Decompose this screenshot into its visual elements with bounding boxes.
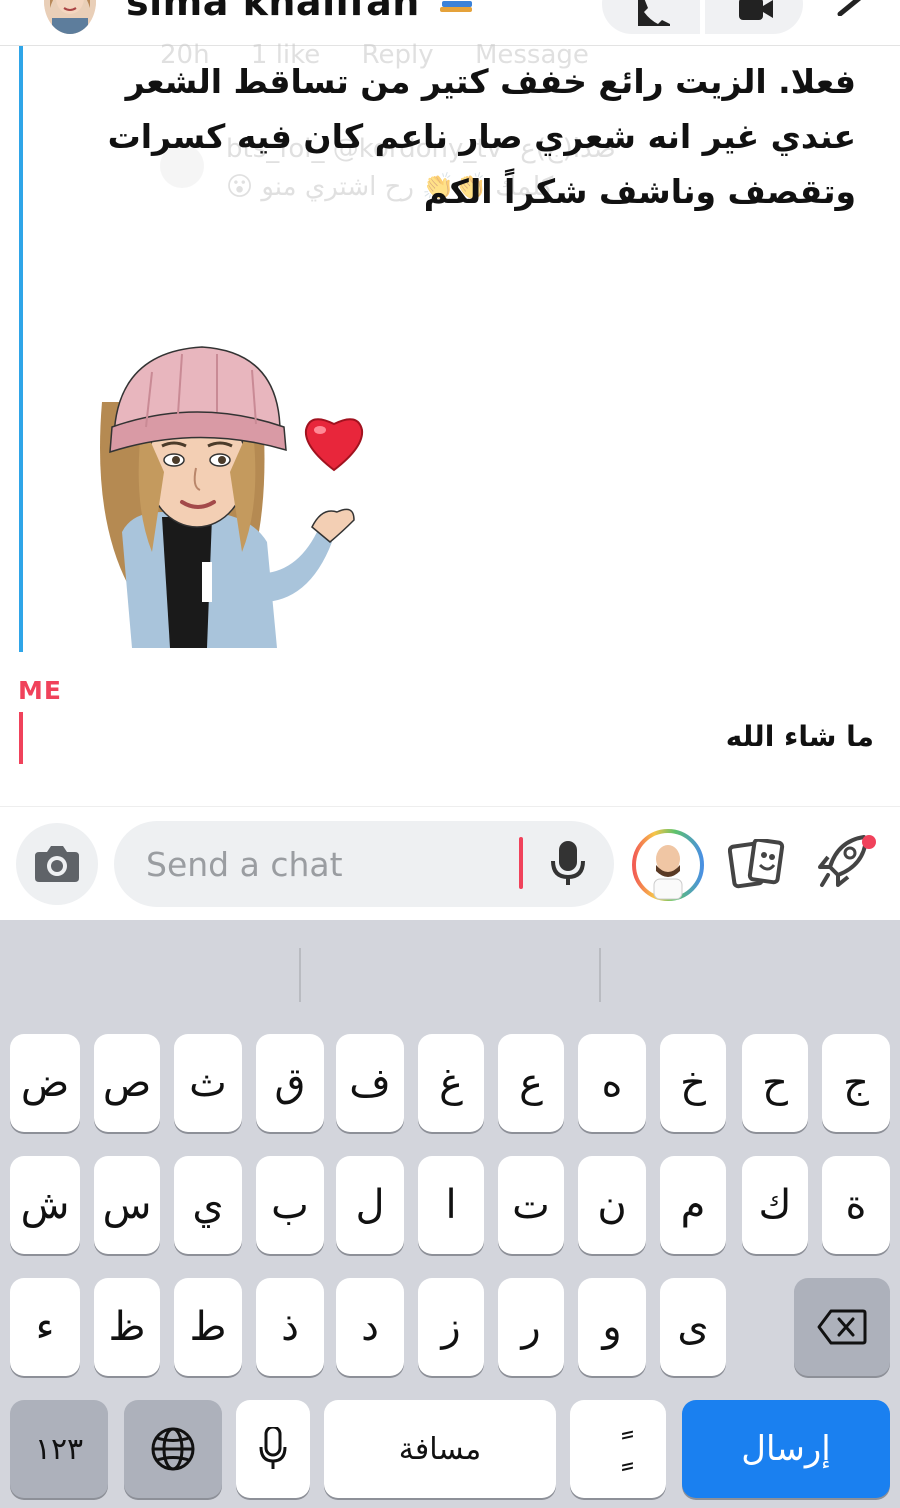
key[interactable]: ج bbox=[822, 1034, 890, 1132]
arabic-keyboard: ض ص ث ق ف غ ع ه خ ح ج ش س ي ب ل ا ت ن م … bbox=[0, 920, 900, 1508]
key[interactable]: ش bbox=[10, 1156, 80, 1254]
key[interactable]: ء bbox=[10, 1278, 80, 1376]
backspace-icon bbox=[817, 1309, 867, 1345]
key[interactable]: ث bbox=[174, 1034, 242, 1132]
key[interactable]: ق bbox=[256, 1034, 324, 1132]
key[interactable]: ف bbox=[336, 1034, 404, 1132]
chat-thread[interactable]: 20h 1 like Reply Message bts_fol_ @kordo… bbox=[0, 40, 900, 806]
key[interactable]: ز bbox=[418, 1278, 484, 1376]
suggestion-divider bbox=[299, 948, 301, 1002]
me-label: ME bbox=[18, 676, 62, 705]
cards-icon[interactable] bbox=[728, 839, 786, 889]
contact-name[interactable]: sima khalifah bbox=[126, 0, 420, 24]
key[interactable]: ك bbox=[742, 1156, 808, 1254]
key[interactable]: ص bbox=[94, 1034, 160, 1132]
friend-bitmoji-avatar[interactable] bbox=[630, 827, 706, 903]
phone-icon bbox=[638, 0, 670, 26]
suggestion-divider bbox=[599, 948, 601, 1002]
key[interactable]: ت bbox=[498, 1156, 564, 1254]
space-key[interactable]: مسافة bbox=[324, 1400, 556, 1498]
key[interactable]: د bbox=[336, 1278, 404, 1376]
key[interactable]: م bbox=[660, 1156, 726, 1254]
send-key[interactable]: إرسال bbox=[682, 1400, 890, 1498]
video-call-button[interactable] bbox=[705, 0, 803, 34]
key[interactable]: ح bbox=[742, 1034, 808, 1132]
key[interactable]: ب bbox=[256, 1156, 324, 1254]
globe-key[interactable] bbox=[124, 1400, 222, 1498]
contact-avatar[interactable] bbox=[44, 0, 96, 34]
key[interactable]: ض bbox=[10, 1034, 80, 1132]
key[interactable]: ه bbox=[578, 1034, 646, 1132]
my-message-accent-bar bbox=[19, 712, 23, 764]
numbers-key[interactable]: ١٢٣ bbox=[10, 1400, 108, 1498]
notification-dot bbox=[862, 835, 876, 849]
microphone-icon[interactable] bbox=[548, 841, 588, 887]
books-icon bbox=[438, 0, 474, 16]
chat-input[interactable] bbox=[114, 821, 614, 907]
key[interactable]: و bbox=[578, 1278, 646, 1376]
key[interactable]: ة bbox=[822, 1156, 890, 1254]
key[interactable]: غ bbox=[418, 1034, 484, 1132]
key[interactable]: ع bbox=[498, 1034, 564, 1132]
camera-button[interactable] bbox=[16, 823, 98, 905]
text-cursor bbox=[519, 837, 523, 889]
bitmoji-heart-sticker[interactable] bbox=[92, 342, 382, 648]
globe-icon bbox=[151, 1427, 195, 1471]
camera-icon bbox=[35, 846, 79, 882]
friend-message-accent-bar bbox=[19, 46, 23, 652]
video-camera-icon bbox=[739, 0, 773, 20]
key[interactable]: ذ bbox=[256, 1278, 324, 1376]
key[interactable]: ى bbox=[660, 1278, 726, 1376]
delete-key[interactable] bbox=[794, 1278, 890, 1376]
compose-bar bbox=[0, 806, 900, 920]
key[interactable]: ي bbox=[174, 1156, 242, 1254]
my-message[interactable]: ما شاء الله bbox=[726, 720, 874, 753]
key[interactable]: ل bbox=[336, 1156, 404, 1254]
friend-message[interactable]: فعلا. الزيت رائع خفف كتير من تساقط الشعر… bbox=[56, 54, 856, 219]
key[interactable]: س bbox=[94, 1156, 160, 1254]
key[interactable]: ظ bbox=[94, 1278, 160, 1376]
key[interactable]: ط bbox=[174, 1278, 242, 1376]
arrow-icon[interactable] bbox=[836, 0, 870, 16]
key[interactable]: ا bbox=[418, 1156, 484, 1254]
microphone-icon bbox=[259, 1427, 287, 1469]
key[interactable]: ن bbox=[578, 1156, 646, 1254]
key[interactable]: ر bbox=[498, 1278, 564, 1376]
dictation-key[interactable] bbox=[236, 1400, 310, 1498]
key[interactable]: خ bbox=[660, 1034, 726, 1132]
voice-call-button[interactable] bbox=[602, 0, 700, 34]
diacritic-key[interactable]: ًٍ bbox=[570, 1400, 666, 1498]
